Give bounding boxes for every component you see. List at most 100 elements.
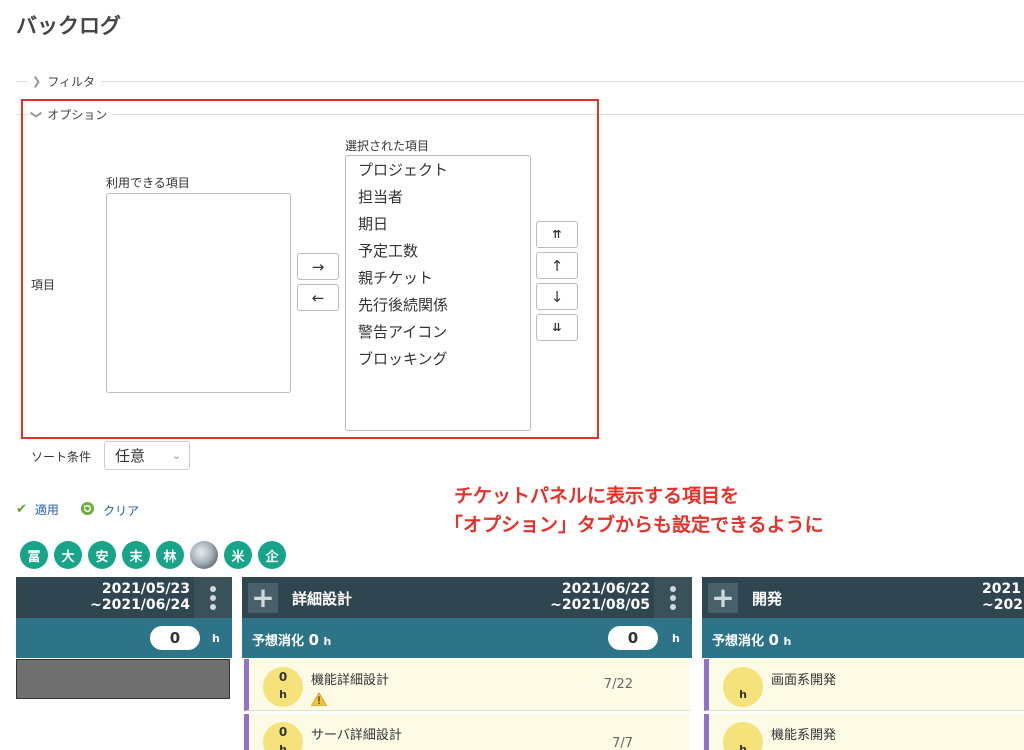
estimate-value: 0 <box>308 631 319 649</box>
estimate-circle: 0 h <box>263 667 303 707</box>
move-top-button[interactable]: ⇈ <box>536 221 578 248</box>
column-header: 2021/05/23 ~2021/06/24 <box>16 577 232 618</box>
card-progress: 7/7 <box>612 736 633 750</box>
column-dates: 2021 ~202 <box>982 581 1024 613</box>
sprint-column: + 開発 2021 ~202 予想消化 0 h h 画面系開発 h 機能系開発 <box>702 577 1024 750</box>
column-start-date: 2021 <box>982 581 1021 597</box>
estimate-circle: 0 h <box>263 722 303 750</box>
column-header: + 詳細設計 2021/06/22 ~2021/08/05 <box>242 577 692 618</box>
list-item[interactable]: 親チケット <box>346 265 530 292</box>
apply-label: 適用 <box>34 503 59 517</box>
items-label: 項目 <box>31 278 56 292</box>
filter-toggle[interactable]: ❯ フィルタ <box>16 73 1024 89</box>
sort-select[interactable]: 任意 ⌄ <box>104 441 190 470</box>
sprint-column: 2021/05/23 ~2021/06/24 0 h <box>16 577 232 750</box>
estimate-label: 予想消化 <box>712 634 765 649</box>
column-dates: 2021/06/22 ~2021/08/05 <box>550 581 650 613</box>
ticket-card[interactable]: 0 h 機能詳細設計 7/22 <box>244 659 690 711</box>
card-title: 機能詳細設計 <box>311 673 390 688</box>
sprint-column: + 詳細設計 2021/06/22 ~2021/08/05 予想消化 0 h 0… <box>242 577 692 750</box>
selected-items-label: 選択された項目 <box>345 139 430 153</box>
card-hours-unit: h <box>739 743 747 750</box>
avatar[interactable]: 末 <box>122 541 150 569</box>
move-up-button[interactable]: ↑ <box>536 252 578 279</box>
page-title: バックログ <box>16 14 121 38</box>
list-item[interactable]: ブロッキング <box>346 346 530 373</box>
remove-item-button[interactable]: ← <box>297 284 339 311</box>
annotation-line-1: チケットパネルに表示する項目を <box>454 485 740 507</box>
sort-value: 任意 <box>115 447 146 465</box>
card-hours: 0 <box>278 725 288 739</box>
column-header: + 開発 2021 ~202 <box>702 577 1024 618</box>
avatar[interactable]: 林 <box>156 541 184 569</box>
column-name: 開発 <box>752 590 783 608</box>
list-item[interactable]: 警告アイコン <box>346 319 530 346</box>
card-title: 機能系開発 <box>771 728 837 743</box>
kebab-menu-icon[interactable] <box>654 577 692 618</box>
avatar[interactable]: 冨 <box>20 541 48 569</box>
avatar[interactable]: 安 <box>88 541 116 569</box>
selected-items-list[interactable]: プロジェクト 担当者 期日 予定工数 親チケット 先行後続関係 警告アイコン ブ… <box>345 155 531 431</box>
list-item[interactable]: 先行後続関係 <box>346 292 530 319</box>
list-item[interactable]: 予定工数 <box>346 238 530 265</box>
estimate-label: 予想消化 <box>252 634 305 649</box>
column-start-date: 2021/06/22 <box>561 581 650 597</box>
reload-icon <box>80 501 95 520</box>
column-summary: 予想消化 0 h <box>702 618 1024 658</box>
column-summary: 0 h <box>16 618 232 658</box>
chevron-down-icon: ⌄ <box>171 449 181 462</box>
estimate-summary: 予想消化 0 h <box>712 630 791 649</box>
list-item[interactable]: 担当者 <box>346 184 530 211</box>
column-start-date: 2021/05/23 <box>101 581 190 597</box>
warning-icon <box>311 692 327 706</box>
card-hours-unit: h <box>279 688 287 701</box>
card-title: 画面系開発 <box>771 673 837 688</box>
move-down-button[interactable]: ↓ <box>536 283 578 310</box>
avatar[interactable]: 米 <box>224 541 252 569</box>
list-item[interactable]: 期日 <box>346 211 530 238</box>
card-hours-unit: h <box>279 743 287 750</box>
ticket-card[interactable]: 0 h サーバ詳細設計 7/7 <box>244 714 690 750</box>
clear-label: クリア <box>103 504 140 518</box>
apply-link[interactable]: ✔ 適用 <box>16 501 59 518</box>
column-end-date: ~2021/08/05 <box>550 597 650 613</box>
card-hours: 0 <box>278 670 288 684</box>
estimate-circle: h <box>723 722 763 750</box>
avatar[interactable]: 大 <box>54 541 82 569</box>
check-icon: ✔ <box>16 502 27 517</box>
add-item-button[interactable]: → <box>297 253 339 280</box>
user-avatar-row: 冨 大 安 末 林 米 企 <box>20 541 292 569</box>
avatar-photo[interactable] <box>190 541 218 569</box>
estimate-summary: 予想消化 0 h <box>252 630 331 649</box>
column-name: 詳細設計 <box>292 590 353 608</box>
estimate-unit: h <box>323 635 332 648</box>
kebab-menu-icon[interactable] <box>194 577 232 618</box>
divider <box>16 80 28 82</box>
hours-unit: h <box>212 632 220 645</box>
card-progress: 7/22 <box>603 677 633 692</box>
ticket-card[interactable]: h 機能系開発 <box>704 714 1024 750</box>
avatar[interactable]: 企 <box>258 541 286 569</box>
hours-pill: 0 <box>150 626 200 650</box>
filter-label: フィルタ <box>47 74 95 89</box>
plus-icon[interactable]: + <box>248 583 278 613</box>
chevron-right-icon: ❯ <box>32 74 42 88</box>
move-bottom-button[interactable]: ⇊ <box>536 314 578 341</box>
drop-area[interactable] <box>16 659 230 699</box>
list-item[interactable]: プロジェクト <box>346 157 530 184</box>
annotation-line-2: 「オプション」タブからも設定できるように <box>444 514 824 536</box>
sort-label: ソート条件 <box>31 450 92 464</box>
divider <box>100 80 1024 82</box>
plus-icon[interactable]: + <box>708 583 738 613</box>
available-items-label: 利用できる項目 <box>106 176 190 190</box>
column-dates: 2021/05/23 ~2021/06/24 <box>90 581 190 613</box>
estimate-unit: h <box>783 635 792 648</box>
hours-pill: 0 <box>608 626 658 650</box>
card-hours-unit: h <box>739 688 747 701</box>
clear-link[interactable]: クリア <box>80 501 139 520</box>
estimate-value: 0 <box>768 631 779 649</box>
estimate-circle: h <box>723 667 763 707</box>
card-title: サーバ詳細設計 <box>311 728 402 743</box>
ticket-card[interactable]: h 画面系開発 <box>704 659 1024 711</box>
available-items-list[interactable] <box>106 193 291 393</box>
